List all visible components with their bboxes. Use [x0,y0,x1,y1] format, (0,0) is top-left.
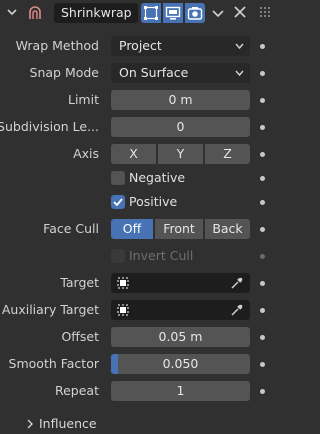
wrap-method-row: Wrap Method Project [0,35,283,57]
render-camera-icon [187,7,203,20]
face-cull-label: Face Cull [43,221,99,236]
negative-label: Negative [129,170,186,185]
wrap-method-value: Project [119,38,162,53]
viewport-display-icon [165,6,181,20]
eyedropper-icon[interactable] [230,276,244,290]
keyframe-dot[interactable] [260,389,265,394]
keyframe-dot[interactable] [260,362,265,367]
keyframe-dot[interactable] [260,176,265,181]
axis-label: Axis [73,146,99,161]
edit-mode-toggle[interactable] [141,3,161,23]
repeat-field[interactable]: 1 [111,381,250,401]
axis-y-toggle[interactable]: Y [158,144,203,164]
subdivision-field[interactable]: 0 [111,117,250,137]
offset-label: Offset [61,329,99,344]
snap-mode-row: Snap Mode On Surface [0,62,283,84]
keyframe-dot[interactable] [260,308,265,313]
smooth-factor-label: Smooth Factor [8,356,99,371]
object-icon [117,277,129,289]
collapse-chevron-icon[interactable] [6,6,18,18]
viewport-display-toggle[interactable] [163,3,183,23]
modifier-name-field[interactable]: Shrinkwrap [54,3,138,23]
snap-mode-value: On Surface [119,65,189,80]
keyframe-dot[interactable] [260,71,265,76]
keyframe-dot[interactable] [260,125,265,130]
eyedropper-icon[interactable] [230,303,244,317]
offset-row: Offset 0.05 m [0,326,283,348]
smooth-factor-value: 0.050 [162,356,199,371]
drag-grip-icon[interactable] [259,6,273,18]
aux-target-label: Auxiliary Target [1,302,99,317]
repeat-label: Repeat [54,383,99,398]
keyframe-dot[interactable] [260,98,265,103]
keyframe-dot[interactable] [260,254,265,259]
chevron-down-icon [235,70,244,77]
keyframe-dot[interactable] [260,227,265,232]
positive-label: Positive [129,194,178,209]
aux-target-field[interactable] [111,300,250,320]
chevron-down-icon [235,43,244,50]
negative-row: Negative [0,167,283,189]
smooth-factor-slider[interactable]: 0.050 [111,354,250,374]
positive-checkbox[interactable] [111,195,125,209]
checkmark-icon [113,198,123,207]
invert-cull-label: Invert Cull [129,248,194,263]
chevron-right-icon [27,419,33,429]
face-cull-front[interactable]: Front [155,219,203,239]
subdivision-row: Subdivision Le... 0 [0,116,283,138]
modifier-header: Shrinkwrap [0,0,283,26]
snap-mode-label: Snap Mode [29,65,99,80]
face-cull-back[interactable]: Back [205,219,250,239]
target-label: Target [60,275,99,290]
smooth-factor-row: Smooth Factor 0.050 [0,353,283,375]
keyframe-dot[interactable] [260,335,265,340]
target-field[interactable] [111,273,250,293]
axis-x-toggle[interactable]: X [111,144,156,164]
influence-subpanel-header[interactable]: Influence [0,414,283,434]
dropdown-icon[interactable] [208,3,228,23]
target-row: Target [0,272,283,294]
smooth-factor-fill [111,354,118,374]
invert-cull-row: Invert Cull [0,245,283,267]
snap-mode-select[interactable]: On Surface [111,63,250,83]
face-cull-off[interactable]: Off [111,219,153,239]
keyframe-dot[interactable] [260,152,265,157]
limit-field[interactable]: 0 m [111,90,250,110]
negative-checkbox[interactable] [111,171,125,185]
positive-row: Positive [0,191,283,213]
axis-z-toggle[interactable]: Z [205,144,250,164]
edit-mode-icon [144,6,158,20]
close-icon[interactable] [232,4,248,20]
aux-target-row: Auxiliary Target [0,299,283,321]
keyframe-dot[interactable] [260,44,265,49]
axis-row: Axis X Y Z [0,143,283,165]
limit-row: Limit 0 m [0,89,283,111]
subdivision-label: Subdivision Le... [0,119,99,134]
offset-field[interactable]: 0.05 m [111,327,250,347]
render-toggle[interactable] [185,3,205,23]
object-icon [117,304,129,316]
wrap-method-select[interactable]: Project [111,36,250,56]
invert-cull-checkbox[interactable] [111,249,125,263]
repeat-row: Repeat 1 [0,380,283,402]
limit-label: Limit [68,92,99,107]
wrap-method-label: Wrap Method [15,38,99,53]
keyframe-dot[interactable] [260,200,265,205]
shrinkwrap-modifier-icon [29,6,41,19]
influence-label: Influence [39,416,97,431]
keyframe-dot[interactable] [260,281,265,286]
face-cull-row: Face Cull Off Front Back [0,218,283,240]
